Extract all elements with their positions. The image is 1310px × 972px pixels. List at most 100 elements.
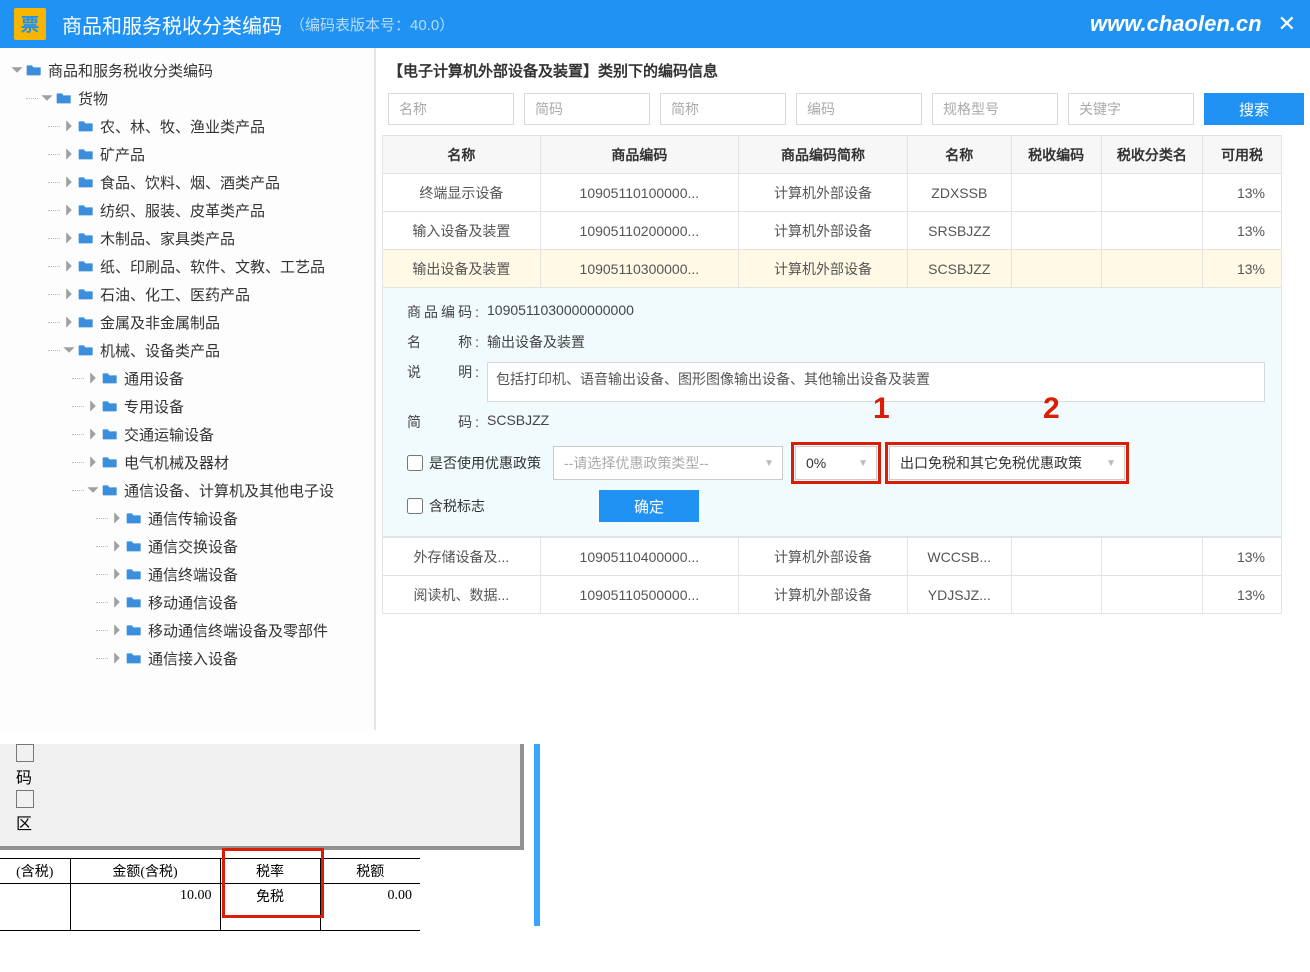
detail-name-label: 名 称: bbox=[407, 332, 479, 352]
filter-jc-input[interactable] bbox=[660, 93, 786, 125]
tree-node-label: 矿产品 bbox=[100, 144, 145, 165]
tree-node-label: 金属及非金属制品 bbox=[100, 312, 220, 333]
table-cell: 10905110400000... bbox=[540, 538, 738, 576]
taxincl-checkbox-input[interactable] bbox=[407, 498, 423, 514]
taxincl-checkbox[interactable]: 含税标志 bbox=[407, 496, 485, 516]
tree-node[interactable]: 石油、化工、医药产品 bbox=[6, 280, 368, 308]
close-icon[interactable]: ✕ bbox=[1278, 11, 1296, 37]
filter-code-input[interactable] bbox=[796, 93, 922, 125]
detail-jm-label: 简 码: bbox=[407, 412, 479, 432]
table-cell bbox=[1011, 538, 1101, 576]
search-button[interactable]: 搜索 bbox=[1204, 93, 1304, 125]
tree-node-label: 通用设备 bbox=[124, 368, 184, 389]
highlight-box-3 bbox=[222, 848, 324, 918]
tree-node[interactable]: 交通运输设备 bbox=[6, 420, 368, 448]
table-row[interactable]: 外存储设备及...10905110400000...计算机外部设备WCCSB..… bbox=[383, 538, 1282, 576]
table-cell bbox=[1011, 174, 1101, 212]
main-panel: 【电子计算机外部设备及装置】类别下的编码信息 搜索 名称商品编码商品编码简称名称… bbox=[376, 48, 1310, 730]
table-cell: ZDXSSB bbox=[907, 174, 1011, 212]
tree-node-label: 通信设备、计算机及其他电子设 bbox=[124, 480, 334, 501]
table-header: 名称 bbox=[907, 136, 1011, 174]
filter-spec-input[interactable] bbox=[932, 93, 1058, 125]
tree-node[interactable]: 木制品、家具类产品 bbox=[6, 224, 368, 252]
table-cell: 10905110100000... bbox=[540, 174, 738, 212]
tree-node[interactable]: 货物 bbox=[6, 84, 368, 112]
annotation-2: 2 bbox=[1043, 392, 1060, 426]
table-cell: 计算机外部设备 bbox=[738, 174, 907, 212]
detail-code-value: 1090511030000000000 bbox=[487, 302, 1265, 318]
filter-name-input[interactable] bbox=[388, 93, 514, 125]
table-cell: 13% bbox=[1203, 250, 1282, 288]
tree-node[interactable]: 通信交换设备 bbox=[6, 532, 368, 560]
table-cell: 输入设备及装置 bbox=[383, 212, 541, 250]
table-cell: 10905110200000... bbox=[540, 212, 738, 250]
tree-node-label: 商品和服务税收分类编码 bbox=[48, 60, 213, 81]
frag-cell-tax: 0.00 bbox=[320, 884, 420, 909]
tree-node-label: 货物 bbox=[78, 88, 108, 109]
policy-checkbox-input[interactable] bbox=[407, 455, 423, 471]
tree-node[interactable]: 电气机械及器材 bbox=[6, 448, 368, 476]
table-header: 可用税 bbox=[1203, 136, 1282, 174]
category-tree[interactable]: 商品和服务税收分类编码货物农、林、牧、渔业类产品矿产品食品、饮料、烟、酒类产品纺… bbox=[0, 48, 376, 730]
table-header: 商品编码简称 bbox=[738, 136, 907, 174]
tree-node[interactable]: 移动通信终端设备及零部件 bbox=[6, 616, 368, 644]
filter-keyword-input[interactable] bbox=[1068, 93, 1194, 125]
tree-node[interactable]: 通用设备 bbox=[6, 364, 368, 392]
tree-node[interactable]: 商品和服务税收分类编码 bbox=[6, 56, 368, 84]
tree-node-label: 机械、设备类产品 bbox=[100, 340, 220, 361]
app-logo: 票 bbox=[14, 8, 46, 40]
tree-node[interactable]: 机械、设备类产品 bbox=[6, 336, 368, 364]
frag-head-incl: (含税) bbox=[0, 859, 70, 884]
tree-node[interactable]: 农、林、牧、渔业类产品 bbox=[6, 112, 368, 140]
table-header: 商品编码 bbox=[540, 136, 738, 174]
tree-node[interactable]: 矿产品 bbox=[6, 140, 368, 168]
table-cell: 13% bbox=[1203, 212, 1282, 250]
frag-glyph-ma: 码 bbox=[16, 764, 36, 788]
code-table: 名称商品编码商品编码简称名称税收编码税收分类名可用税 终端显示设备1090511… bbox=[382, 135, 1282, 288]
exempt-select[interactable]: 出口免税和其它免税优惠政策 bbox=[889, 446, 1125, 480]
taxincl-checkbox-label: 含税标志 bbox=[429, 496, 485, 516]
table-cell: 10905110500000... bbox=[540, 576, 738, 614]
table-cell: 输出设备及装置 bbox=[383, 250, 541, 288]
table-cell: 外存储设备及... bbox=[383, 538, 541, 576]
table-row[interactable]: 阅读机、数据...10905110500000...计算机外部设备YDJSJZ.… bbox=[383, 576, 1282, 614]
table-cell bbox=[1101, 576, 1202, 614]
table-cell: 终端显示设备 bbox=[383, 174, 541, 212]
table-row[interactable]: 终端显示设备10905110100000...计算机外部设备ZDXSSB13% bbox=[383, 174, 1282, 212]
frag-cell-amount: 10.00 bbox=[70, 884, 220, 909]
code-table-bottom: 外存储设备及...10905110400000...计算机外部设备WCCSB..… bbox=[382, 537, 1282, 614]
tree-node[interactable]: 通信传输设备 bbox=[6, 504, 368, 532]
title-bar: 票 商品和服务税收分类编码 （编码表版本号：40.0） www.chaolen.… bbox=[0, 0, 1310, 48]
filter-bar: 搜索 bbox=[382, 93, 1310, 135]
tree-node[interactable]: 通信设备、计算机及其他电子设 bbox=[6, 476, 368, 504]
tree-node-label: 移动通信终端设备及零部件 bbox=[148, 620, 328, 641]
policy-type-select[interactable]: --请选择优惠政策类型-- bbox=[553, 446, 783, 480]
tree-node[interactable]: 移动通信设备 bbox=[6, 588, 368, 616]
tree-node[interactable]: 金属及非金属制品 bbox=[6, 308, 368, 336]
tree-node-label: 专用设备 bbox=[124, 396, 184, 417]
table-cell: 13% bbox=[1203, 576, 1282, 614]
tree-node[interactable]: 纸、印刷品、软件、文教、工艺品 bbox=[6, 252, 368, 280]
tree-node-label: 电气机械及器材 bbox=[124, 452, 229, 473]
rate-select[interactable]: 0% bbox=[795, 446, 877, 480]
tree-node[interactable]: 通信终端设备 bbox=[6, 560, 368, 588]
tree-node[interactable]: 食品、饮料、烟、酒类产品 bbox=[6, 168, 368, 196]
table-cell: 阅读机、数据... bbox=[383, 576, 541, 614]
table-row[interactable]: 输出设备及装置10905110300000...计算机外部设备SCSBJZZ13… bbox=[383, 250, 1282, 288]
annotation-1: 1 bbox=[873, 392, 890, 426]
confirm-button[interactable]: 确定 bbox=[599, 490, 699, 522]
policy-checkbox[interactable]: 是否使用优惠政策 bbox=[407, 453, 541, 473]
tree-node[interactable]: 纺织、服装、皮革类产品 bbox=[6, 196, 368, 224]
tree-node-label: 通信交换设备 bbox=[148, 536, 238, 557]
tree-node-label: 移动通信设备 bbox=[148, 592, 238, 613]
table-cell: 计算机外部设备 bbox=[738, 212, 907, 250]
table-cell bbox=[1101, 538, 1202, 576]
tree-node[interactable]: 通信接入设备 bbox=[6, 644, 368, 672]
table-row[interactable]: 输入设备及装置10905110200000...计算机外部设备SRSBJZZ13… bbox=[383, 212, 1282, 250]
frag-glyph-qu: 区 bbox=[16, 810, 36, 834]
filter-jm-input[interactable] bbox=[524, 93, 650, 125]
frag-blue-line bbox=[534, 744, 540, 926]
table-cell: WCCSB... bbox=[907, 538, 1011, 576]
tree-node[interactable]: 专用设备 bbox=[6, 392, 368, 420]
table-cell: 计算机外部设备 bbox=[738, 538, 907, 576]
